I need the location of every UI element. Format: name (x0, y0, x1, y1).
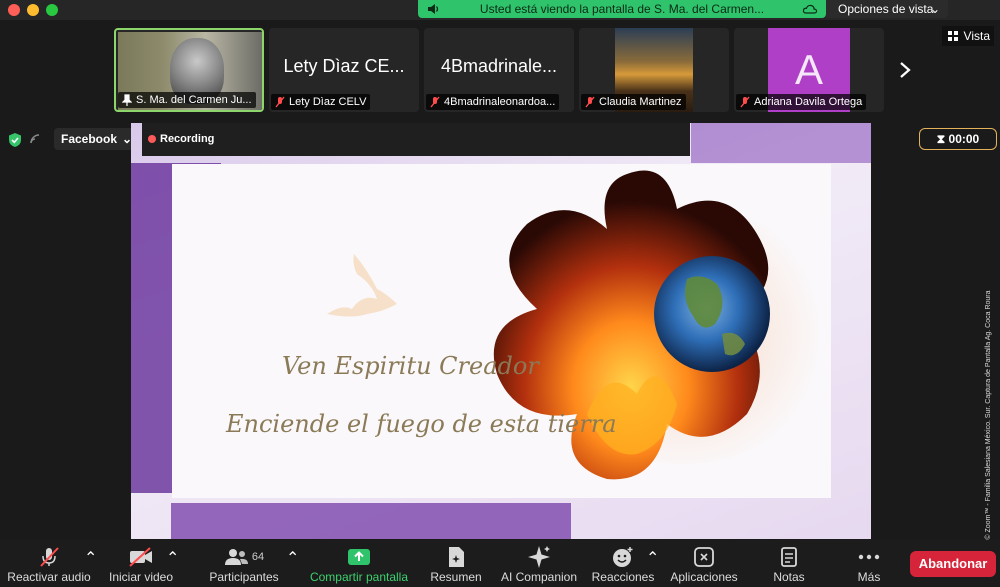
view-button-label: Vista (963, 29, 990, 43)
participants-count: 64 (251, 551, 265, 563)
sparkle-icon (528, 546, 550, 568)
participant-name-tag: 4Bmadrinaleonardoa... (426, 94, 560, 110)
speaker-icon (428, 4, 439, 14)
muted-mic-icon (275, 96, 285, 108)
credit-text: Cortesía © Zoom™ - Familia Salesiana Méx… (985, 290, 992, 568)
close-window-button[interactable] (8, 4, 20, 16)
cloud-icon (802, 4, 818, 14)
participants-icon (224, 549, 248, 565)
apps-icon (694, 547, 714, 567)
slide-title-line-2: Enciende el fuego de esta tierra (226, 410, 617, 438)
participant-tile-5[interactable]: A Adriana Davila Ortega (734, 28, 884, 112)
share-screen-icon (348, 549, 370, 565)
screen-share-banner: Usted está viendo la pantalla de S. Ma. … (418, 0, 826, 18)
participant-tile-2[interactable]: Lety Dìaz CE... Lety Dìaz CELV (269, 28, 419, 112)
recording-bar (142, 123, 690, 156)
share-screen-button[interactable]: Compartir pantalla (306, 544, 412, 584)
participant-big-name: 4Bmadrinale... (440, 56, 558, 76)
flower-image (493, 170, 770, 480)
view-options-dropdown[interactable]: Opciones de vista ⌄ (826, 0, 948, 18)
participant-tile-3[interactable]: 4Bmadrinale... 4Bmadrinaleonardoa... (424, 28, 574, 112)
participant-tile-1[interactable]: S. Ma. del Carmen Ju... (114, 28, 264, 112)
participant-name-tag: S. Ma. del Carmen Ju... (118, 92, 256, 108)
live-stream-target-dropdown[interactable]: Facebook ⌄ (54, 128, 138, 150)
dove-icon (327, 254, 397, 317)
minimize-window-button[interactable] (27, 4, 39, 16)
participant-name-tag: Adriana Davila Ortega (736, 94, 867, 110)
more-dots-icon (858, 554, 880, 560)
slide-title-line-1: Ven Espiritu Creador (282, 352, 539, 380)
participant-name-tag: Claudia Martinez (581, 94, 686, 110)
muted-mic-icon (430, 96, 440, 108)
chevron-right-icon[interactable] (898, 60, 912, 80)
pin-icon (122, 94, 132, 106)
stream-target-label: Facebook (61, 132, 118, 146)
summary-button[interactable]: Resumen (426, 544, 486, 584)
participants-options-caret[interactable]: ⌃ (286, 548, 299, 568)
hourglass-icon: ⧗ (936, 132, 946, 146)
summary-icon (449, 547, 464, 567)
shield-icon[interactable] (8, 132, 22, 148)
signal-icon (30, 134, 40, 144)
maximize-window-button[interactable] (46, 4, 58, 16)
leave-meeting-button[interactable]: Abandonar (910, 551, 996, 577)
muted-mic-icon (585, 96, 595, 108)
grid-icon (948, 31, 958, 41)
reactions-options-caret[interactable]: ⌃ (646, 548, 659, 568)
recording-indicator[interactable]: Recording (148, 130, 214, 148)
video-options-caret[interactable]: ⌃ (166, 548, 179, 568)
camera-off-icon (129, 547, 152, 567)
muted-mic-icon (40, 547, 59, 567)
participant-tile-4[interactable]: Claudia Martinez (579, 28, 729, 112)
audio-options-caret[interactable]: ⌃ (84, 548, 97, 568)
unmute-audio-button[interactable]: Reactivar audio (6, 544, 92, 584)
timer-value: 00:00 (948, 132, 980, 146)
meeting-timer[interactable]: ⧗ 00:00 (919, 128, 997, 150)
ai-companion-button[interactable]: AI Companion (498, 544, 580, 584)
apps-button[interactable]: Aplicaciones (666, 544, 742, 584)
view-button[interactable]: Vista (942, 26, 994, 46)
chevron-down-icon: ⌄ (929, 2, 940, 16)
participant-name-tag: Lety Dìaz CELV (271, 94, 371, 110)
muted-mic-icon (740, 96, 750, 108)
notes-icon (781, 547, 797, 567)
record-dot-icon (148, 135, 156, 144)
notes-button[interactable]: Notas (766, 544, 812, 584)
slide-content: Ven Espiritu Creador Enciende el fuego d… (172, 164, 832, 498)
participants-button[interactable]: 64 Participantes (204, 544, 284, 584)
more-button[interactable]: Más (848, 544, 890, 584)
participant-big-name: Lety Dìaz CE... (283, 56, 405, 76)
view-options-label: Opciones de vista (838, 2, 934, 16)
emoji-icon (613, 547, 633, 567)
share-banner-text: Usted está viendo la pantalla de S. Ma. … (479, 2, 765, 16)
shared-screen: Ven Espiritu Creador Enciende el fuego d… (131, 123, 871, 539)
